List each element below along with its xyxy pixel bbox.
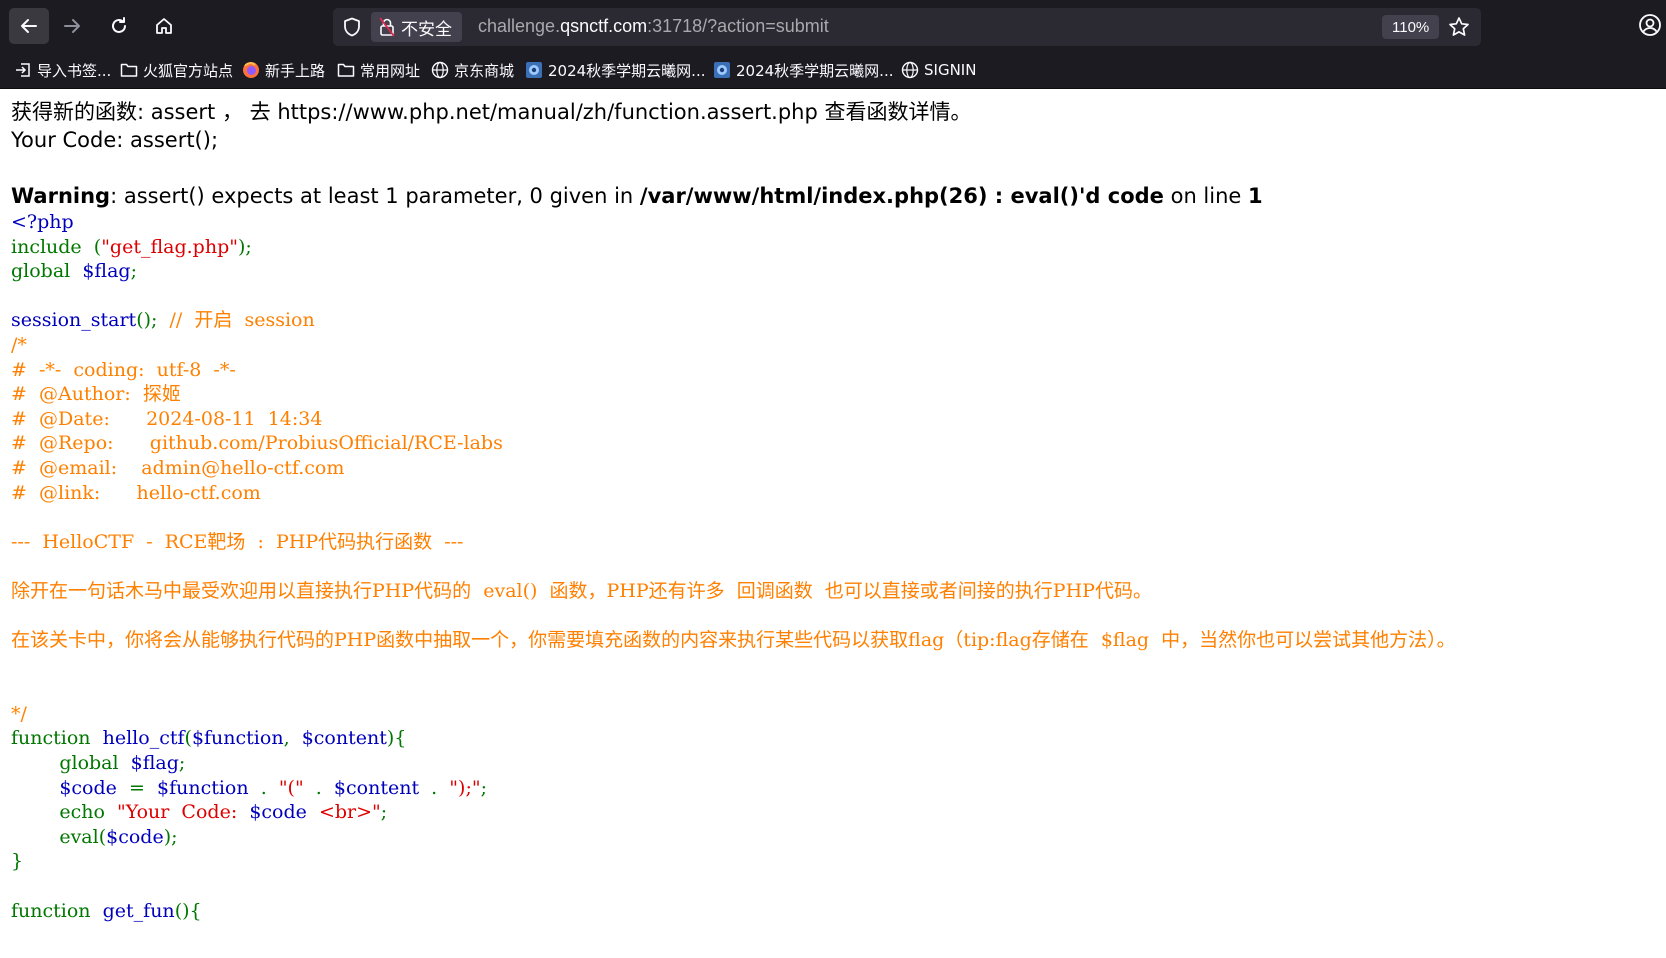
folder-icon — [337, 61, 355, 79]
back-button[interactable] — [9, 8, 49, 44]
site-security-button[interactable]: 不安全 — [371, 12, 462, 42]
bookmark-import[interactable]: 导入书签... — [14, 59, 111, 81]
bookmark-star-button[interactable] — [1448, 16, 1470, 43]
shield-icon — [344, 17, 360, 37]
account-button[interactable] — [1638, 13, 1662, 42]
reload-button[interactable] — [99, 8, 139, 44]
page-content: 获得新的函数: assert ， 去 https://www.php.net/m… — [11, 98, 1661, 923]
url-bar[interactable]: 不安全 challenge.qsnctf.com:31718/?action=s… — [333, 8, 1481, 46]
bookmark-signin[interactable]: SIGNIN — [901, 59, 976, 81]
php-source-code: <?php include ("get_flag.php"); global $… — [11, 211, 1456, 922]
bookmarks-toolbar: 导入书签... 火狐官方站点 新手上路 常用网址 京东商城 2024秋季学期云曦… — [0, 50, 1666, 89]
globe-icon — [901, 61, 919, 79]
zoom-level-button[interactable]: 110% — [1382, 15, 1440, 39]
warning-line-number: 1 — [1248, 184, 1263, 208]
bookmark-yunxi-1[interactable]: 2024秋季学期云曦网... — [525, 59, 705, 81]
reload-icon — [112, 17, 126, 33]
url-path: :31718/?action=submit — [647, 16, 829, 36]
bookmark-firefox-official[interactable]: 火狐官方站点 — [120, 59, 233, 81]
forward-button[interactable] — [52, 8, 92, 44]
security-label: 不安全 — [401, 19, 452, 40]
tracking-protection-button[interactable] — [343, 17, 361, 42]
browser-toolbar: 不安全 challenge.qsnctf.com:31718/?action=s… — [0, 0, 1666, 50]
url-host-prefix: challenge. — [478, 16, 561, 36]
site-icon — [713, 61, 731, 79]
site-icon — [525, 61, 543, 79]
warning-label: Warning — [11, 184, 111, 208]
bookmark-getting-started[interactable]: 新手上路 — [242, 59, 325, 81]
function-hint: 获得新的函数: assert ， 去 https://www.php.net/m… — [11, 100, 972, 124]
warning-message: : assert() expects at least 1 parameter,… — [110, 184, 640, 208]
bookmark-yunxi-2[interactable]: 2024秋季学期云曦网... — [713, 59, 893, 81]
folder-icon — [120, 61, 138, 79]
url-text[interactable]: challenge.qsnctf.com:31718/?action=submi… — [478, 16, 829, 37]
your-code-line: Your Code: assert(); — [11, 128, 219, 152]
import-icon — [14, 61, 32, 79]
bookmark-jd[interactable]: 京东商城 — [431, 59, 514, 81]
url-host-domain: qsnctf.com — [560, 16, 648, 36]
warning-on-line: on line — [1163, 184, 1249, 208]
warning-file: /var/www/html/index.php(26) : eval()'d c… — [639, 184, 1164, 208]
arrow-left-icon — [21, 19, 37, 33]
account-icon — [1639, 14, 1661, 36]
arrow-right-icon — [64, 19, 80, 33]
insecure-lock-icon — [379, 17, 395, 37]
home-button[interactable] — [144, 8, 184, 44]
star-icon — [1449, 17, 1469, 36]
globe-icon — [431, 61, 449, 79]
php-warning: Warning: assert() expects at least 1 par… — [11, 182, 1661, 210]
bookmark-common-sites[interactable]: 常用网址 — [337, 59, 420, 81]
home-icon — [156, 18, 172, 34]
code-line: <?php — [11, 211, 74, 233]
firefox-icon — [242, 61, 260, 79]
